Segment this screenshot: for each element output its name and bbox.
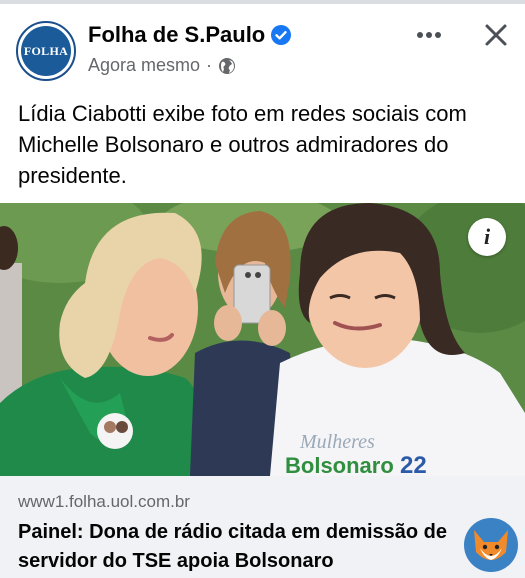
photo-illustration: Mulheres Bolsonaro 22 bbox=[0, 203, 525, 476]
link-title[interactable]: Painel: Dona de rádio citada em demissão… bbox=[18, 518, 468, 576]
svg-text:22: 22 bbox=[400, 452, 427, 476]
avatar-logo-text: FOLHA bbox=[23, 43, 69, 58]
avatar-logo: FOLHA bbox=[21, 26, 71, 76]
page-avatar[interactable]: FOLHA bbox=[16, 21, 76, 81]
fox-avatar-icon bbox=[464, 518, 518, 572]
more-options-button[interactable] bbox=[411, 20, 447, 50]
post-meta: Agora mesmo · bbox=[88, 55, 236, 76]
globe-icon[interactable] bbox=[218, 57, 236, 75]
post-header: FOLHA Folha de S.Paulo Agora mesmo · bbox=[0, 4, 525, 90]
link-domain: www1.folha.uol.com.br bbox=[18, 492, 190, 511]
info-icon: i bbox=[483, 224, 491, 249]
meta-separator: · bbox=[206, 55, 213, 75]
verified-badge-icon bbox=[271, 25, 292, 45]
more-icon bbox=[417, 32, 441, 38]
close-button[interactable] bbox=[479, 18, 513, 52]
post-text: Lídia Ciabotti exibe foto em redes socia… bbox=[18, 101, 467, 188]
page-name[interactable]: Folha de S.Paulo bbox=[88, 22, 265, 48]
link-preview[interactable]: www1.folha.uol.com.br Painel: Dona de rá… bbox=[0, 476, 525, 578]
shirt-name-text: Bolsonaro bbox=[285, 453, 394, 476]
info-button[interactable]: i bbox=[468, 218, 506, 256]
post-photo[interactable]: Mulheres Bolsonaro 22 i bbox=[0, 203, 525, 476]
page-name-row: Folha de S.Paulo bbox=[88, 22, 292, 48]
post-timestamp[interactable]: Agora mesmo bbox=[88, 55, 200, 76]
shirt-script-text: Mulheres bbox=[299, 431, 375, 453]
close-icon bbox=[485, 24, 507, 46]
